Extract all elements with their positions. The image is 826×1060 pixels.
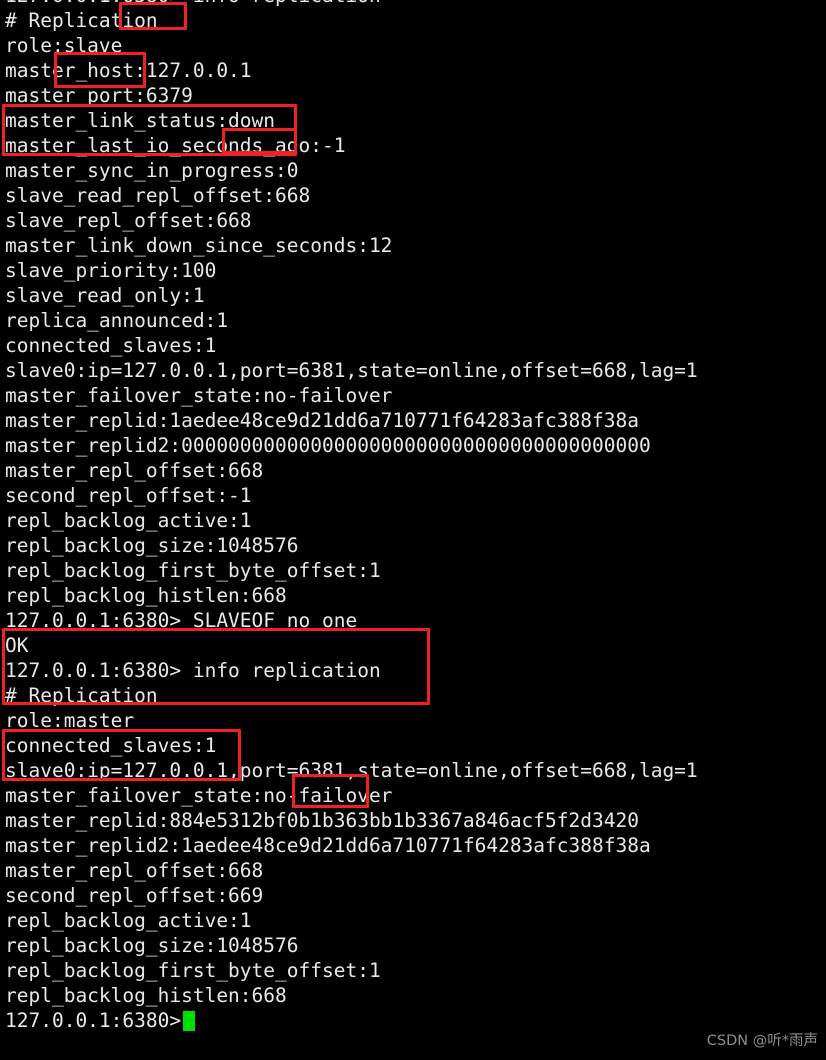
terminal-line: second_repl_offset:-1 <box>5 484 252 507</box>
terminal-line: master_sync_in_progress:0 <box>5 159 299 182</box>
terminal-line: master_replid:1aedee48ce9d21dd6a710771f6… <box>5 409 639 432</box>
terminal-line: repl_backlog_histlen:668 <box>5 584 287 607</box>
terminal-line: slave0:ip=127.0.0.1,port=6381,state=onli… <box>5 359 698 382</box>
terminal-line: repl_backlog_first_byte_offset:1 <box>5 959 381 982</box>
terminal-line: repl_backlog_active:1 <box>5 509 252 532</box>
terminal-line: second_repl_offset:669 <box>5 884 264 907</box>
terminal-line: slave_repl_offset:668 <box>5 209 252 232</box>
terminal-line: repl_backlog_size:1048576 <box>5 934 299 957</box>
prompt-text: 127.0.0.1:6380> <box>5 1009 182 1032</box>
terminal-line: repl_backlog_active:1 <box>5 909 252 932</box>
terminal-line: master_replid2:1aedee48ce9d21dd6a710771f… <box>5 834 651 857</box>
terminal-line: role:slave <box>5 34 123 57</box>
terminal-line: replica_announced:1 <box>5 309 229 332</box>
text-cursor <box>183 1011 196 1031</box>
terminal-line: master_repl_offset:668 <box>5 859 264 882</box>
terminal-line: # Replication <box>5 684 158 707</box>
terminal-line: slave_read_only:1 <box>5 284 205 307</box>
terminal-line: master_failover_state:no-failover <box>5 384 393 407</box>
watermark-label: CSDN @听*雨声 <box>706 1033 818 1049</box>
terminal-line: slave0:ip=127.0.0.1,port=6381,state=onli… <box>5 759 698 782</box>
terminal-line: 127.0.0.1:6380> info replication <box>0 0 826 8</box>
terminal-line: 127.0.0.1:6380> SLAVEOF no one <box>5 609 358 632</box>
terminal-line: master_link_down_since_seconds:12 <box>5 234 393 257</box>
terminal-output: 127.0.0.1:6380> info replication# Replic… <box>0 0 826 1033</box>
terminal-line: master_port:6379 <box>5 84 193 107</box>
terminal-line: slave_read_repl_offset:668 <box>5 184 311 207</box>
terminal-line: connected_slaves:1 <box>5 334 217 357</box>
terminal-line: master_failover_state:no-failover <box>5 784 393 807</box>
terminal-line: 127.0.0.1:6380> info replication <box>5 659 381 682</box>
terminal-prompt-line[interactable]: 127.0.0.1:6380> <box>0 1008 826 1033</box>
terminal-line: master_replid2:0000000000000000000000000… <box>5 434 651 457</box>
terminal-line: repl_backlog_first_byte_offset:1 <box>5 559 381 582</box>
terminal-line: master_host:127.0.0.1 <box>5 59 252 82</box>
terminal-line: repl_backlog_histlen:668 <box>5 984 287 1007</box>
terminal-line: master_repl_offset:668 <box>5 459 264 482</box>
terminal-line: role:master <box>5 709 135 732</box>
terminal-line: master_link_status:down <box>5 109 276 132</box>
terminal-line: repl_backlog_size:1048576 <box>5 534 299 557</box>
terminal-line: master_replid:884e5312bf0b1b363bb1b3367a… <box>5 809 639 832</box>
terminal-line: slave_priority:100 <box>5 259 217 282</box>
terminal-window[interactable]: 127.0.0.1:6380> info replication# Replic… <box>0 0 826 1060</box>
terminal-line: master_last_io_seconds_ago:-1 <box>5 134 346 157</box>
terminal-line: # Replication <box>5 9 158 32</box>
terminal-line: OK <box>5 634 29 657</box>
terminal-line: connected_slaves:1 <box>5 734 217 757</box>
